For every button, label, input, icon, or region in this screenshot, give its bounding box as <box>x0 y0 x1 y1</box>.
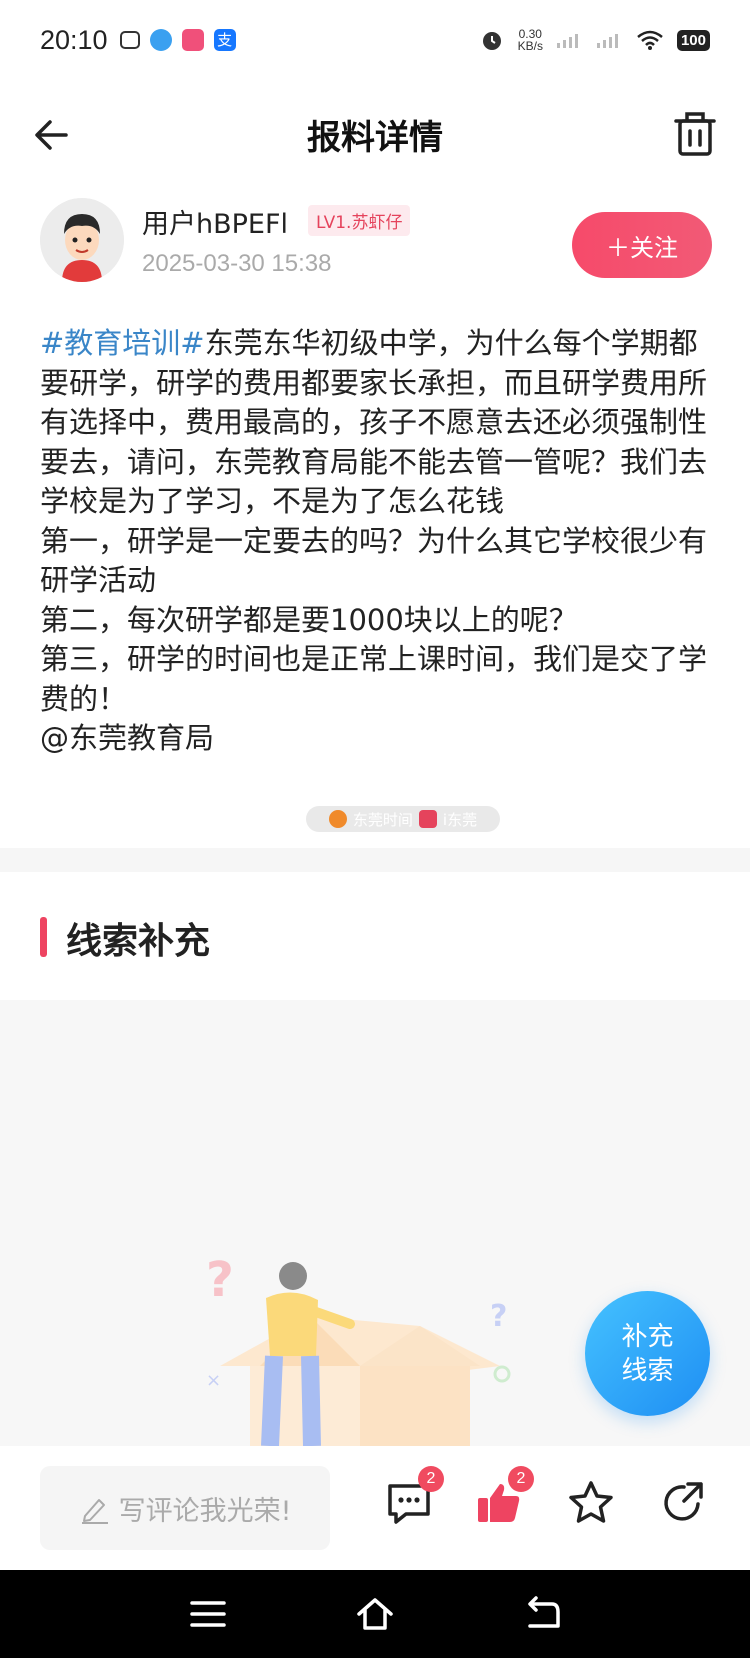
mention[interactable]: @东莞教育局 <box>40 719 720 759</box>
post-paragraph: 第一，研学是一定要去的吗？为什么其它学校很少有研学活动 <box>40 523 708 598</box>
post-paragraph: 第三，研学的时间也是正常上课时间，我们是交了学费的！ <box>40 642 708 716</box>
signal-icon-2 <box>596 34 618 48</box>
status-bar: 20:10 支 0.30 KB/s 100 <box>0 0 750 80</box>
section-accent-bar <box>40 917 47 957</box>
post-timestamp: 2025-03-30 15:38 <box>142 250 332 277</box>
trash-icon[interactable] <box>670 108 720 160</box>
status-time: 20:10 <box>40 24 108 55</box>
post-paragraph: 第二，每次研学都是要1000块以上的呢？ <box>40 602 578 637</box>
favorite-button[interactable] <box>566 1478 616 1528</box>
back-icon[interactable] <box>522 1594 562 1634</box>
share-button[interactable] <box>658 1478 708 1528</box>
comments-button[interactable]: 2 <box>384 1466 444 1528</box>
comment-input[interactable]: 写评论我光荣! <box>40 1466 330 1550</box>
like-button[interactable]: 2 <box>474 1466 534 1528</box>
home-icon[interactable] <box>355 1594 395 1634</box>
app-notification-icon <box>149 29 172 51</box>
section-header: 线索补充 <box>0 872 750 1000</box>
post-content: #教育培训#东莞东华初级中学，为什么每个学期都要研学，研学的费用都要家长承担，而… <box>40 324 720 759</box>
source-watermark: 东莞时间 i东莞 <box>306 806 500 832</box>
level-badge: LV1.苏虾仔 <box>308 205 411 236</box>
page-title: 报料详情 <box>307 118 443 158</box>
comment-placeholder: 写评论我光荣! <box>118 1495 292 1527</box>
avatar-image <box>40 198 124 282</box>
bilibili-icon <box>119 31 140 49</box>
username[interactable]: 用户hBPEFl <box>142 202 288 241</box>
author-row: 用户hBPEFl LV1.苏虾仔 2025-03-30 15:38 ＋关注 <box>40 198 712 288</box>
signal-icon <box>556 34 578 48</box>
divider <box>0 848 750 872</box>
i-dongguan-logo-icon <box>418 810 437 828</box>
watermark-right: i东莞 <box>442 810 478 829</box>
svg-text:?: ? <box>206 1252 234 1308</box>
comment-count-badge: 2 <box>418 1466 444 1492</box>
net-speed-unit: KB/s <box>517 39 543 53</box>
bottom-action-bar: 写评论我光荣! 2 2 <box>0 1446 750 1570</box>
battery-indicator: 100 <box>676 29 710 51</box>
svg-text:?: ? <box>490 1299 507 1334</box>
notification-icons: 支 <box>119 29 236 51</box>
nav-bar: 报料详情 <box>0 80 750 190</box>
section-title: 线索补充 <box>66 921 211 962</box>
svg-text:×: × <box>206 1370 221 1391</box>
pencil-icon <box>81 1499 108 1524</box>
share-icon <box>664 1482 703 1521</box>
net-speed: 0.30 KB/s <box>518 28 543 52</box>
system-nav-bar <box>0 1570 750 1658</box>
add-clue-label-2: 线索 <box>621 1355 674 1386</box>
empty-box-illustration: ? ? × <box>206 1252 511 1446</box>
alipay-icon: 支 <box>213 29 236 51</box>
follow-button[interactable]: ＋关注 <box>572 212 712 278</box>
wifi-icon <box>637 30 663 50</box>
app-store-icon <box>181 29 204 51</box>
alarm-icon <box>482 32 501 50</box>
star-icon <box>569 1481 613 1523</box>
add-clue-button[interactable]: 补充 线索 <box>585 1291 710 1416</box>
like-count-badge: 2 <box>508 1466 534 1492</box>
status-right: 0.30 KB/s 100 <box>480 28 710 52</box>
dongguan-time-logo-icon <box>328 810 347 828</box>
add-clue-label-1: 补充 <box>621 1321 674 1352</box>
avatar[interactable] <box>40 198 124 282</box>
topic-tag[interactable]: #教育培训# <box>40 326 205 360</box>
menu-icon[interactable] <box>188 1594 228 1634</box>
post-paragraph: #教育培训#东莞东华初级中学，为什么每个学期都要研学，研学的费用都要家长承担，而… <box>40 324 720 522</box>
watermark-left: 东莞时间 <box>352 810 413 829</box>
